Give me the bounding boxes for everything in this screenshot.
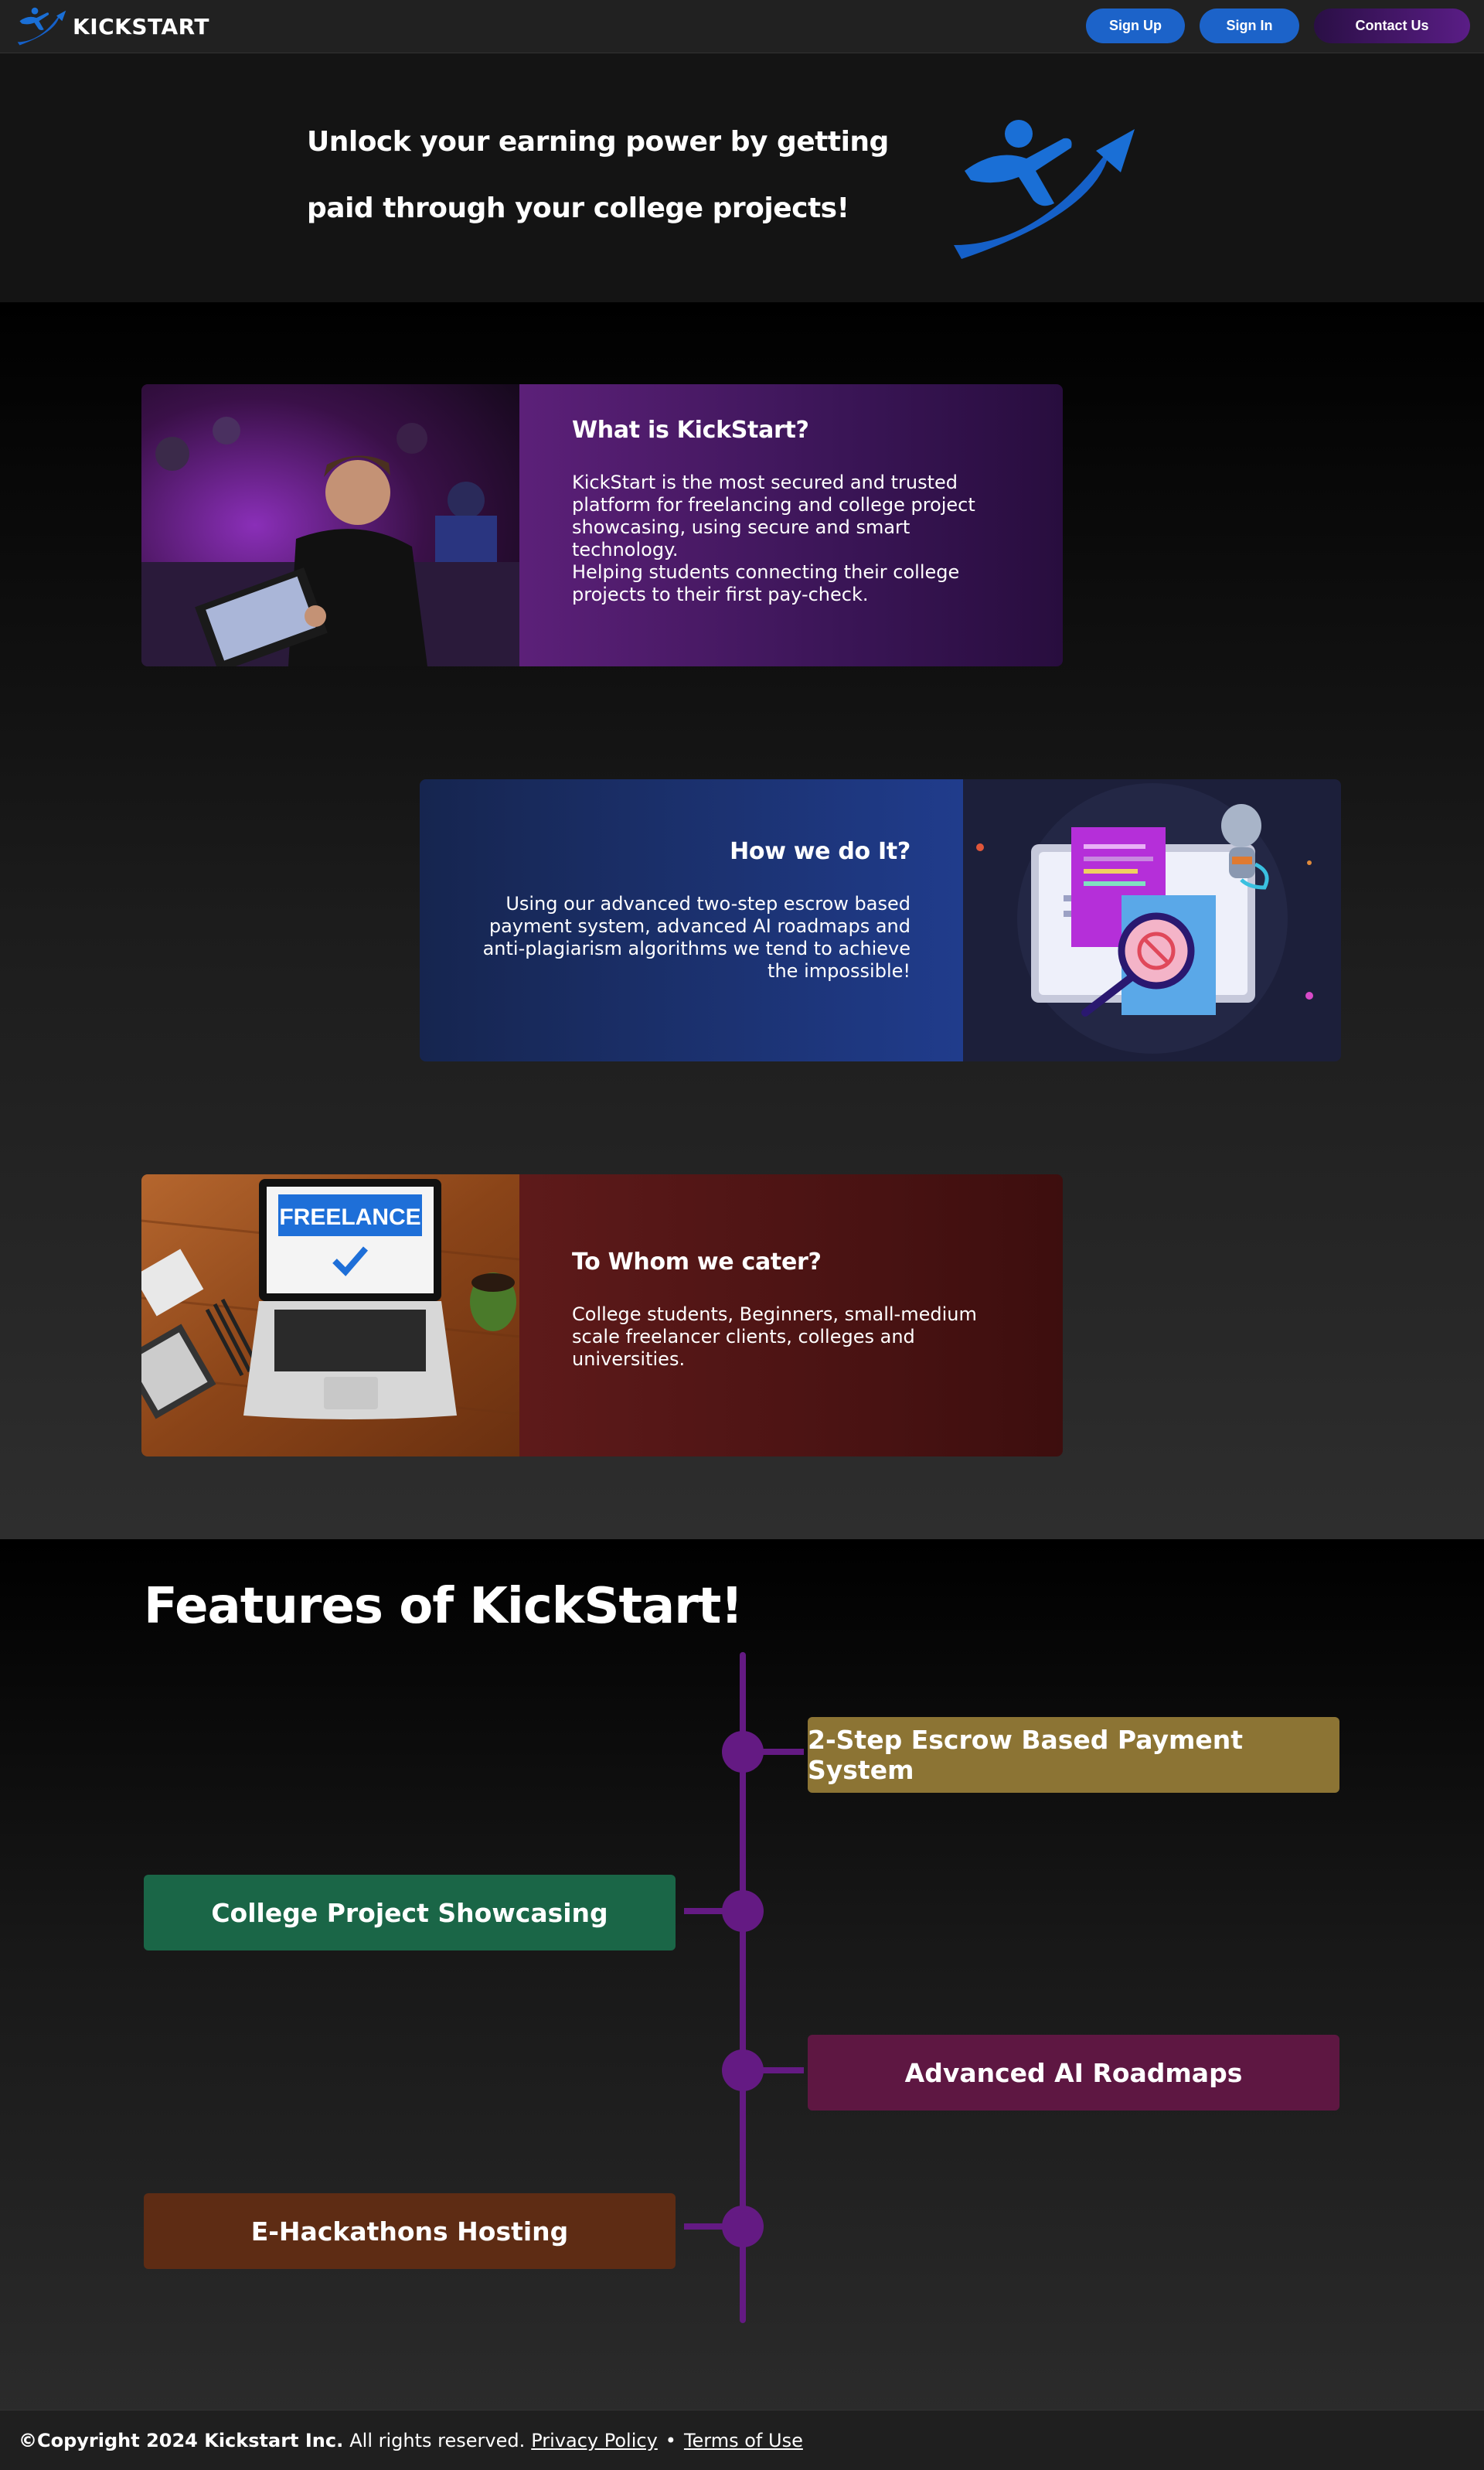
- footer-separator: •: [665, 2429, 676, 2451]
- card-body: To Whom we cater? College students, Begi…: [519, 1174, 1063, 1456]
- feature-e-hackathons[interactable]: E-Hackathons Hosting: [144, 2193, 676, 2269]
- kickstart-logo-icon: [954, 120, 1135, 259]
- to-whom-we-cater-card: FREELANCE To Whom we cater? College stud…: [141, 1174, 1063, 1456]
- copyright-text: ©Copyright 2024 Kickstart Inc.: [19, 2429, 344, 2451]
- timeline-connector: [761, 2067, 804, 2073]
- timeline-connector: [684, 1908, 727, 1914]
- feature-ai-roadmaps[interactable]: Advanced AI Roadmaps: [808, 2035, 1339, 2111]
- brand[interactable]: KICKSTART: [15, 6, 209, 46]
- hackathon-photo: [141, 384, 519, 666]
- card-description: KickStart is the most secured and truste…: [572, 472, 1010, 606]
- features-section: Features of KickStart! 2-Step Escrow Bas…: [0, 1539, 1484, 2410]
- timeline-node: [722, 1890, 764, 1932]
- card-description: Using our advanced two-step escrow based…: [482, 893, 910, 982]
- terms-of-use-link[interactable]: Terms of Use: [684, 2430, 803, 2451]
- card-body: How we do It? Using our advanced two-ste…: [420, 779, 963, 1061]
- features-title: Features of KickStart!: [144, 1578, 744, 1635]
- card-body: What is KickStart? KickStart is the most…: [519, 384, 1063, 666]
- timeline-node: [722, 1731, 764, 1773]
- timeline-node: [722, 2049, 764, 2091]
- card-description: College students, Beginners, small-mediu…: [572, 1303, 977, 1370]
- card-title: To Whom we cater?: [572, 1249, 822, 1276]
- hero-headline-line1: Unlock your earning power by getting: [307, 126, 889, 158]
- hero-headline-line2: paid through your college projects!: [307, 192, 849, 224]
- timeline-connector: [684, 2223, 727, 2230]
- contact-us-button[interactable]: Contact Us: [1314, 9, 1470, 43]
- card-title: How we do It?: [730, 838, 910, 865]
- feature-escrow-payment[interactable]: 2-Step Escrow Based Payment System: [808, 1717, 1339, 1793]
- sign-up-button[interactable]: Sign Up: [1086, 9, 1185, 43]
- navbar: KICKSTART Sign Up Sign In Contact Us: [0, 0, 1484, 53]
- feature-project-showcasing[interactable]: College Project Showcasing: [144, 1875, 676, 1950]
- card-title: What is KickStart?: [572, 417, 809, 444]
- freelance-laptop-photo: FREELANCE: [141, 1174, 519, 1456]
- timeline-node: [722, 2206, 764, 2247]
- about-section: What is KickStart? KickStart is the most…: [0, 302, 1484, 1539]
- footer: ©Copyright 2024 Kickstart Inc. All right…: [0, 2410, 1484, 2470]
- privacy-policy-link[interactable]: Privacy Policy: [531, 2430, 658, 2451]
- card-text-paragraph: Helping students connecting their colleg…: [572, 561, 960, 605]
- brand-name: KICKSTART: [73, 13, 210, 39]
- card-text-paragraph: KickStart is the most secured and truste…: [572, 472, 975, 560]
- freelance-screen-text: FREELANCE: [279, 1204, 420, 1230]
- kickstart-runner-icon: [17, 7, 66, 46]
- sign-in-button[interactable]: Sign In: [1200, 9, 1299, 43]
- timeline-connector: [761, 1749, 804, 1755]
- anti-plagiarism-illustration: [963, 779, 1341, 1061]
- hero-section: Unlock your earning power by getting pai…: [0, 53, 1484, 302]
- what-is-kickstart-card: What is KickStart? KickStart is the most…: [141, 384, 1063, 666]
- rights-text: All rights reserved.: [349, 2429, 526, 2451]
- how-we-do-it-card: How we do It? Using our advanced two-ste…: [420, 779, 1341, 1061]
